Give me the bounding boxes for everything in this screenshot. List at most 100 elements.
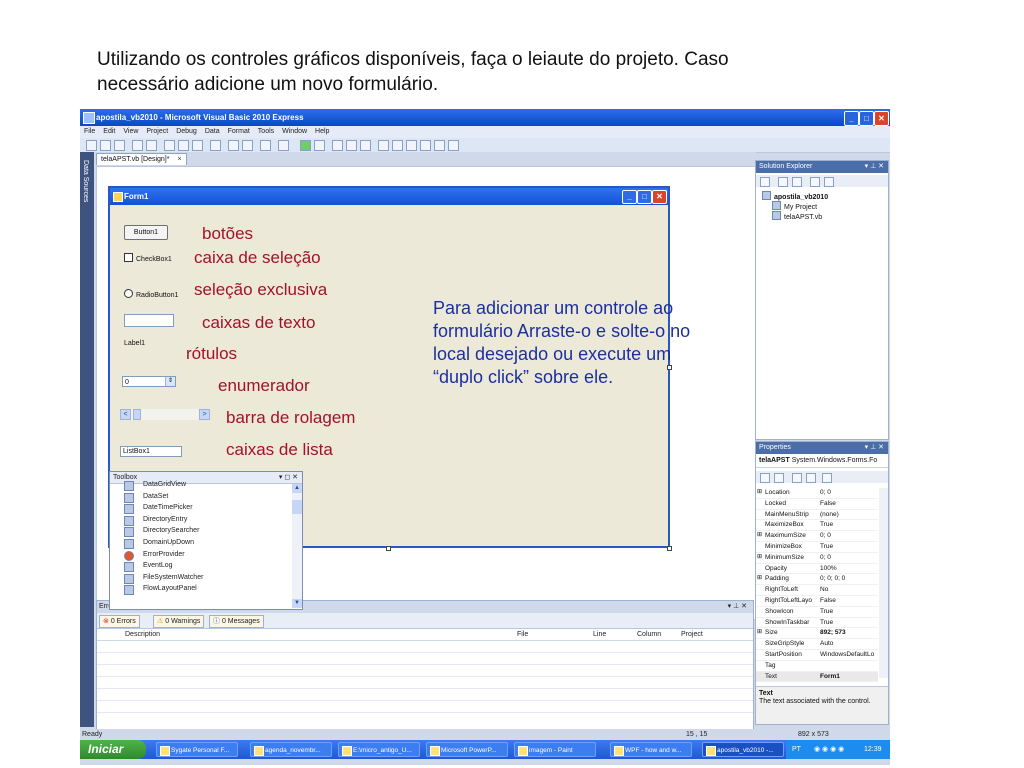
events-icon[interactable] — [806, 473, 816, 483]
menu-project[interactable]: Project — [142, 126, 172, 138]
toolbox-item-datagridview[interactable]: DataGridView — [110, 479, 290, 491]
start-debugging-icon[interactable] — [300, 140, 311, 151]
property-value[interactable]: False — [820, 499, 878, 509]
categorized-icon[interactable] — [760, 473, 770, 483]
scroll-left-icon[interactable]: < — [120, 409, 131, 420]
property-row[interactable]: Tag — [756, 661, 878, 672]
undo-icon[interactable] — [260, 140, 271, 151]
scroll-up-icon[interactable]: ▲ — [292, 484, 302, 493]
task-powerpoint[interactable]: Microsoft PowerP... — [426, 742, 508, 757]
object-selector[interactable]: telaAPST System.Windows.Forms.Fo — [756, 455, 888, 468]
property-row[interactable]: ⊞ MaximumSize 0; 0 — [756, 531, 878, 542]
form-minimize-icon[interactable]: _ — [622, 190, 637, 204]
menu-file[interactable]: File — [80, 126, 99, 138]
expand-icon[interactable]: ⊞ — [757, 531, 762, 541]
property-value[interactable]: No — [820, 585, 878, 595]
property-row[interactable]: SizeGripStyle Auto — [756, 639, 878, 650]
toolbox-item-directoryentry[interactable]: DirectoryEntry — [110, 514, 290, 526]
start-page-icon[interactable] — [434, 140, 445, 151]
minimize-icon[interactable]: _ — [844, 111, 859, 126]
paste-icon[interactable] — [192, 140, 203, 151]
find-icon[interactable] — [210, 140, 221, 151]
uncomment-icon[interactable] — [242, 140, 253, 151]
textbox1-control[interactable] — [124, 314, 174, 327]
refresh-icon[interactable] — [792, 177, 802, 187]
menu-edit[interactable]: Edit — [99, 126, 119, 138]
property-row[interactable]: MinimizeBox True — [756, 542, 878, 553]
scroll-down-icon[interactable]: ▼ — [292, 599, 302, 608]
form-close-icon[interactable]: ✕ — [652, 190, 667, 204]
col-project[interactable]: Project — [681, 629, 703, 640]
toolbox-item-datetimepicker[interactable]: DateTimePicker — [110, 502, 290, 515]
object-browser-icon[interactable] — [406, 140, 417, 151]
property-row[interactable]: ⊞ MinimumSize 0; 0 — [756, 553, 878, 564]
expand-icon[interactable]: ⊞ — [757, 488, 762, 498]
spin-arrows-icon[interactable]: ⇕ — [165, 377, 175, 386]
toolbox-scroll-thumb[interactable] — [292, 500, 302, 514]
property-row[interactable]: RightToLeft No — [756, 585, 878, 596]
property-value[interactable]: 892; 573 — [820, 628, 878, 638]
property-row[interactable]: RightToLeftLayo False — [756, 596, 878, 607]
property-row[interactable]: MaximizeBox True — [756, 520, 878, 532]
resize-handle-right[interactable] — [667, 365, 672, 370]
step-over-icon[interactable] — [346, 140, 357, 151]
redo-icon[interactable] — [278, 140, 289, 151]
property-value[interactable]: 0; 0 — [820, 553, 878, 563]
toolbox-item-eventlog[interactable]: EventLog — [110, 560, 290, 573]
hscrollbar-control[interactable]: < > — [120, 409, 210, 420]
toolbox-icon[interactable] — [420, 140, 431, 151]
view-designer-icon[interactable] — [824, 177, 834, 187]
property-value[interactable]: False — [820, 596, 878, 606]
listbox1-control[interactable]: ListBox1 — [120, 446, 182, 457]
scroll-right-icon[interactable]: > — [199, 409, 210, 420]
new-project-icon[interactable] — [86, 140, 97, 151]
property-value[interactable]: WindowsDefaultLo — [820, 650, 878, 660]
property-row[interactable]: StartPosition WindowsDefaultLo — [756, 650, 878, 661]
menu-window[interactable]: Window — [278, 126, 311, 138]
property-value[interactable]: (none) — [820, 510, 878, 520]
task-agenda[interactable]: agenda_novembr... — [250, 742, 332, 757]
col-description[interactable]: Description — [125, 629, 160, 640]
properties-window-icon[interactable] — [392, 140, 403, 151]
expand-icon[interactable]: ⊞ — [757, 553, 762, 563]
property-value[interactable]: True — [820, 607, 878, 617]
task-visual-studio[interactable]: apostila_vb2010 -... — [702, 742, 784, 757]
toolbox-item-domainupdown[interactable]: DomainUpDown — [110, 537, 290, 549]
property-value[interactable]: True — [820, 520, 878, 530]
toolbox-item-flowlayoutpanel[interactable]: FlowLayoutPanel — [110, 583, 290, 596]
properties-scrollbar[interactable] — [879, 488, 888, 678]
menu-data[interactable]: Data — [201, 126, 224, 138]
menu-view[interactable]: View — [119, 126, 142, 138]
toolbox-scrollbar[interactable]: ▲ ▼ — [292, 484, 302, 608]
maximize-icon[interactable]: □ — [859, 111, 874, 126]
start-button[interactable]: Iniciar — [80, 740, 146, 759]
expand-icon[interactable]: ⊞ — [757, 574, 762, 584]
property-value[interactable]: 0; 0 — [820, 488, 878, 498]
property-value[interactable]: True — [820, 542, 878, 552]
add-item-icon[interactable] — [114, 140, 125, 151]
form-maximize-icon[interactable]: □ — [637, 190, 652, 204]
expand-icon[interactable]: ⊞ — [757, 628, 762, 638]
property-row[interactable]: Locked False — [756, 499, 878, 510]
data-sources-strip[interactable]: Data Sources — [80, 152, 94, 727]
task-folder[interactable]: E:\micro_antigo_U... — [338, 742, 420, 757]
property-row[interactable]: MainMenuStrip (none) — [756, 510, 878, 521]
property-row[interactable]: Opacity 100% — [756, 564, 878, 575]
col-column[interactable]: Column — [637, 629, 661, 640]
close-tab-icon[interactable]: × — [177, 156, 181, 163]
tree-item-telaapst[interactable]: telaAPST.vb — [772, 211, 822, 223]
alphabetical-icon[interactable] — [774, 473, 784, 483]
properties-panel-controls-icon[interactable]: ▾ ⊥ ✕ — [865, 442, 884, 454]
button1-control[interactable]: Button1 — [124, 225, 168, 240]
checkbox1-control[interactable]: CheckBox1 — [124, 253, 172, 263]
cut-icon[interactable] — [164, 140, 175, 151]
panel-controls-icon[interactable]: ▾ ⊥ ✕ — [728, 601, 747, 613]
language-indicator[interactable]: PT — [792, 740, 801, 759]
step-into-icon[interactable] — [332, 140, 343, 151]
tab-messages[interactable]: ⓘ 0 Messages — [209, 615, 264, 628]
property-row[interactable]: ShowIcon True — [756, 607, 878, 618]
show-all-files-icon[interactable] — [778, 177, 788, 187]
properties-view-icon[interactable] — [792, 473, 802, 483]
property-value[interactable]: Form1 — [820, 672, 878, 682]
menu-format[interactable]: Format — [224, 126, 254, 138]
